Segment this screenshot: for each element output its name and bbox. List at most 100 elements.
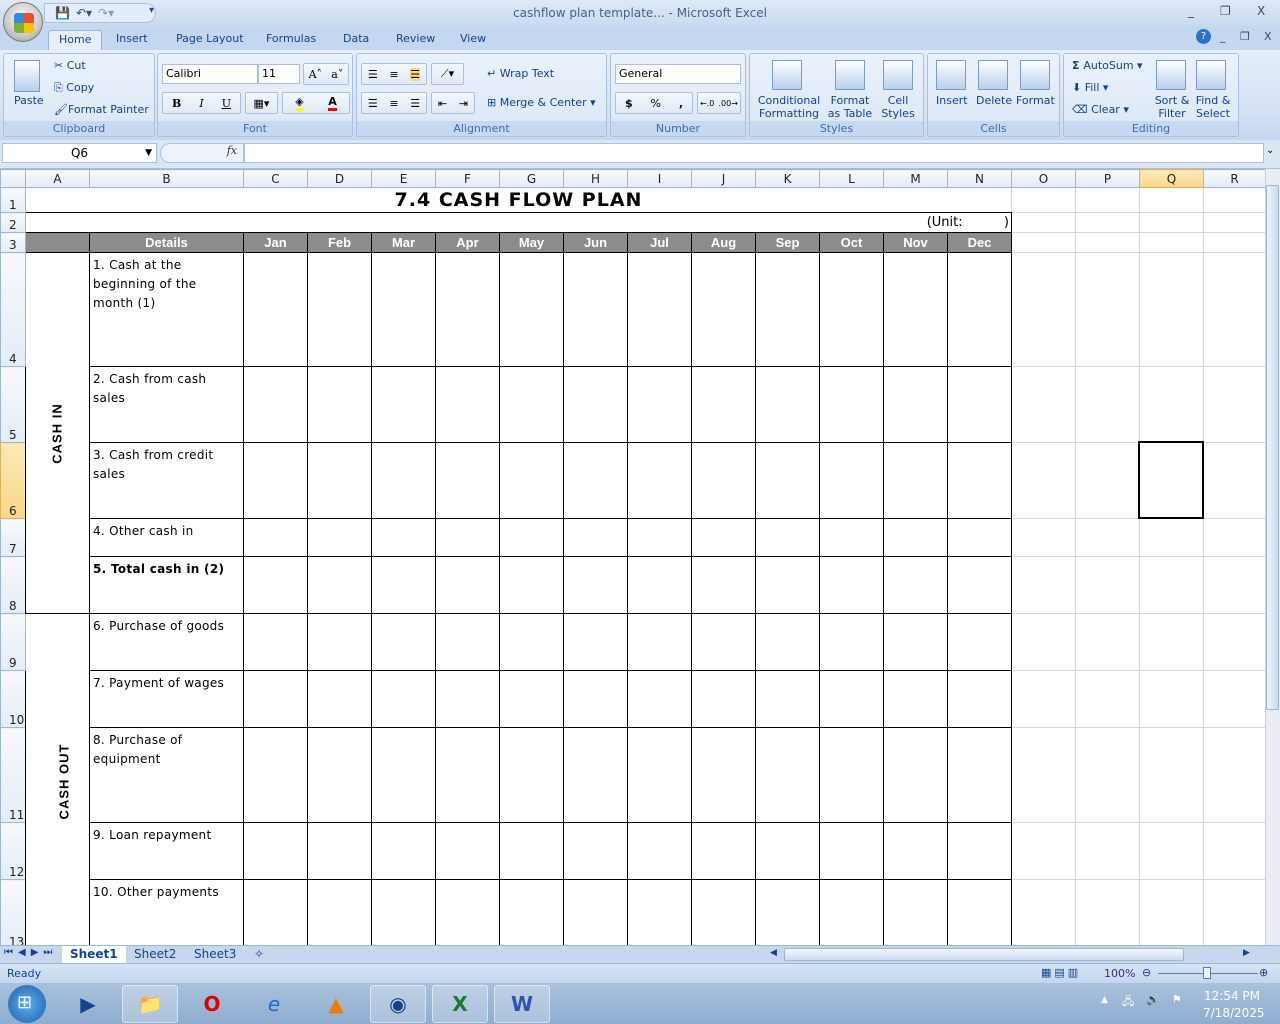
- month-cell[interactable]: [947, 670, 1012, 728]
- month-cell[interactable]: [819, 670, 884, 728]
- month-cell[interactable]: [627, 556, 692, 614]
- conditional-formatting-button[interactable]: Conditional Formatting: [754, 94, 824, 120]
- month-cell[interactable]: [499, 366, 564, 443]
- percent-button[interactable]: %: [650, 97, 660, 110]
- month-cell[interactable]: [819, 822, 884, 880]
- month-cell[interactable]: [563, 556, 628, 614]
- month-cell[interactable]: [883, 518, 948, 557]
- row-header-6[interactable]: 6: [0, 442, 26, 519]
- cell[interactable]: [1139, 212, 1204, 233]
- unit-label[interactable]: (Unit: ): [25, 212, 1012, 233]
- month-cell[interactable]: [499, 879, 564, 945]
- tab-insert[interactable]: Insert: [108, 30, 156, 50]
- workbook-restore-button[interactable]: ❐: [1240, 30, 1250, 43]
- row-header-5[interactable]: 5: [0, 366, 26, 443]
- cell[interactable]: [1011, 442, 1076, 519]
- month-cell[interactable]: [307, 879, 372, 945]
- view-buttons[interactable]: ▦▤▥: [1041, 966, 1081, 979]
- cash-in-section[interactable]: CASH IN: [25, 252, 90, 614]
- month-cell[interactable]: [627, 252, 692, 367]
- network-icon[interactable]: 🖧: [1122, 993, 1134, 1012]
- word-icon[interactable]: W: [494, 985, 550, 1023]
- month-cell[interactable]: [819, 366, 884, 443]
- media-player-icon[interactable]: ▶: [60, 985, 116, 1023]
- comma-button[interactable]: ,: [679, 97, 683, 110]
- help-icon[interactable]: ?: [1196, 29, 1211, 44]
- month-cell[interactable]: [243, 518, 308, 557]
- cell-styles-button[interactable]: Cell Styles: [878, 94, 918, 120]
- month-cell[interactable]: [307, 613, 372, 671]
- month-cell[interactable]: [883, 670, 948, 728]
- row-header-13[interactable]: 13: [0, 879, 26, 945]
- month-cell[interactable]: [563, 366, 628, 443]
- header-sep[interactable]: Sep: [755, 232, 820, 253]
- month-cell[interactable]: [819, 518, 884, 557]
- cell[interactable]: [1011, 822, 1076, 880]
- month-cell[interactable]: [691, 613, 756, 671]
- month-cell[interactable]: [947, 556, 1012, 614]
- month-cell[interactable]: [371, 556, 436, 614]
- month-cell[interactable]: [307, 442, 372, 519]
- name-box[interactable]: Q6 ▼: [2, 143, 157, 163]
- month-cell[interactable]: [435, 670, 500, 728]
- header-blank[interactable]: [25, 232, 90, 253]
- office-button[interactable]: [3, 2, 43, 42]
- grow-font-icon[interactable]: A˄: [309, 68, 322, 81]
- format-as-table-button[interactable]: Format as Table: [824, 94, 876, 120]
- orientation-button[interactable]: ⟋▾: [431, 63, 464, 85]
- cell[interactable]: [1203, 187, 1265, 213]
- cell[interactable]: [1203, 518, 1265, 557]
- minimize-button[interactable]: _: [1188, 4, 1194, 18]
- month-cell[interactable]: [947, 366, 1012, 443]
- month-cell[interactable]: [755, 366, 820, 443]
- delete-button[interactable]: Delete: [976, 94, 1012, 107]
- number-format-select[interactable]: General: [615, 64, 741, 84]
- cell[interactable]: [1011, 187, 1076, 213]
- month-cell[interactable]: [243, 727, 308, 823]
- month-cell[interactable]: [627, 613, 692, 671]
- month-cell[interactable]: [883, 613, 948, 671]
- month-cell[interactable]: [691, 252, 756, 367]
- row-header-8[interactable]: 8: [0, 556, 26, 614]
- month-cell[interactable]: [499, 518, 564, 557]
- month-cell[interactable]: [627, 366, 692, 443]
- cell[interactable]: [1075, 613, 1140, 671]
- month-cell[interactable]: [755, 518, 820, 557]
- month-cell[interactable]: [691, 556, 756, 614]
- row-header-2[interactable]: 2: [0, 212, 26, 233]
- header-jun[interactable]: Jun: [563, 232, 628, 253]
- cell[interactable]: [1075, 822, 1140, 880]
- cell[interactable]: [1011, 727, 1076, 823]
- cell[interactable]: [1203, 232, 1265, 253]
- month-cell[interactable]: [243, 670, 308, 728]
- spreadsheet-grid[interactable]: A B C D E F G H I J K L M N O P Q R 1 7.4 CASH FLOW PLAN 2 (U…: [0, 169, 1265, 945]
- column-header-k[interactable]: K: [755, 169, 820, 188]
- save-icon[interactable]: 💾: [51, 6, 70, 20]
- header-details[interactable]: Details: [89, 232, 244, 253]
- redo-icon[interactable]: ↷▾: [98, 6, 114, 20]
- month-cell[interactable]: [947, 442, 1012, 519]
- tab-formulas[interactable]: Formulas: [258, 30, 324, 50]
- column-header-l[interactable]: L: [819, 169, 884, 188]
- decrease-indent-icon[interactable]: ⇤: [438, 97, 447, 110]
- start-button[interactable]: ⊞: [8, 985, 46, 1023]
- month-cell[interactable]: [435, 518, 500, 557]
- month-cell[interactable]: [307, 670, 372, 728]
- clock-time[interactable]: 12:54 PM: [1204, 989, 1260, 1003]
- month-cell[interactable]: [307, 556, 372, 614]
- month-cell[interactable]: [243, 822, 308, 880]
- month-cell[interactable]: [755, 252, 820, 367]
- copy-button[interactable]: ⎘ Copy: [54, 81, 94, 95]
- month-cell[interactable]: [435, 822, 500, 880]
- month-cell[interactable]: [563, 518, 628, 557]
- month-cell[interactable]: [691, 670, 756, 728]
- workbook-minimize-button[interactable]: _: [1220, 30, 1226, 43]
- tab-page-layout[interactable]: Page Layout: [168, 30, 252, 50]
- cell[interactable]: [1011, 670, 1076, 728]
- underline-button[interactable]: U: [222, 97, 231, 110]
- detail-item[interactable]: 5. Total cash in (2): [89, 556, 244, 614]
- month-cell[interactable]: [883, 442, 948, 519]
- zoom-out-icon[interactable]: ⊖: [1142, 966, 1151, 979]
- column-header-h[interactable]: H: [563, 169, 628, 188]
- sheet-tab-sheet2[interactable]: Sheet2: [126, 946, 184, 963]
